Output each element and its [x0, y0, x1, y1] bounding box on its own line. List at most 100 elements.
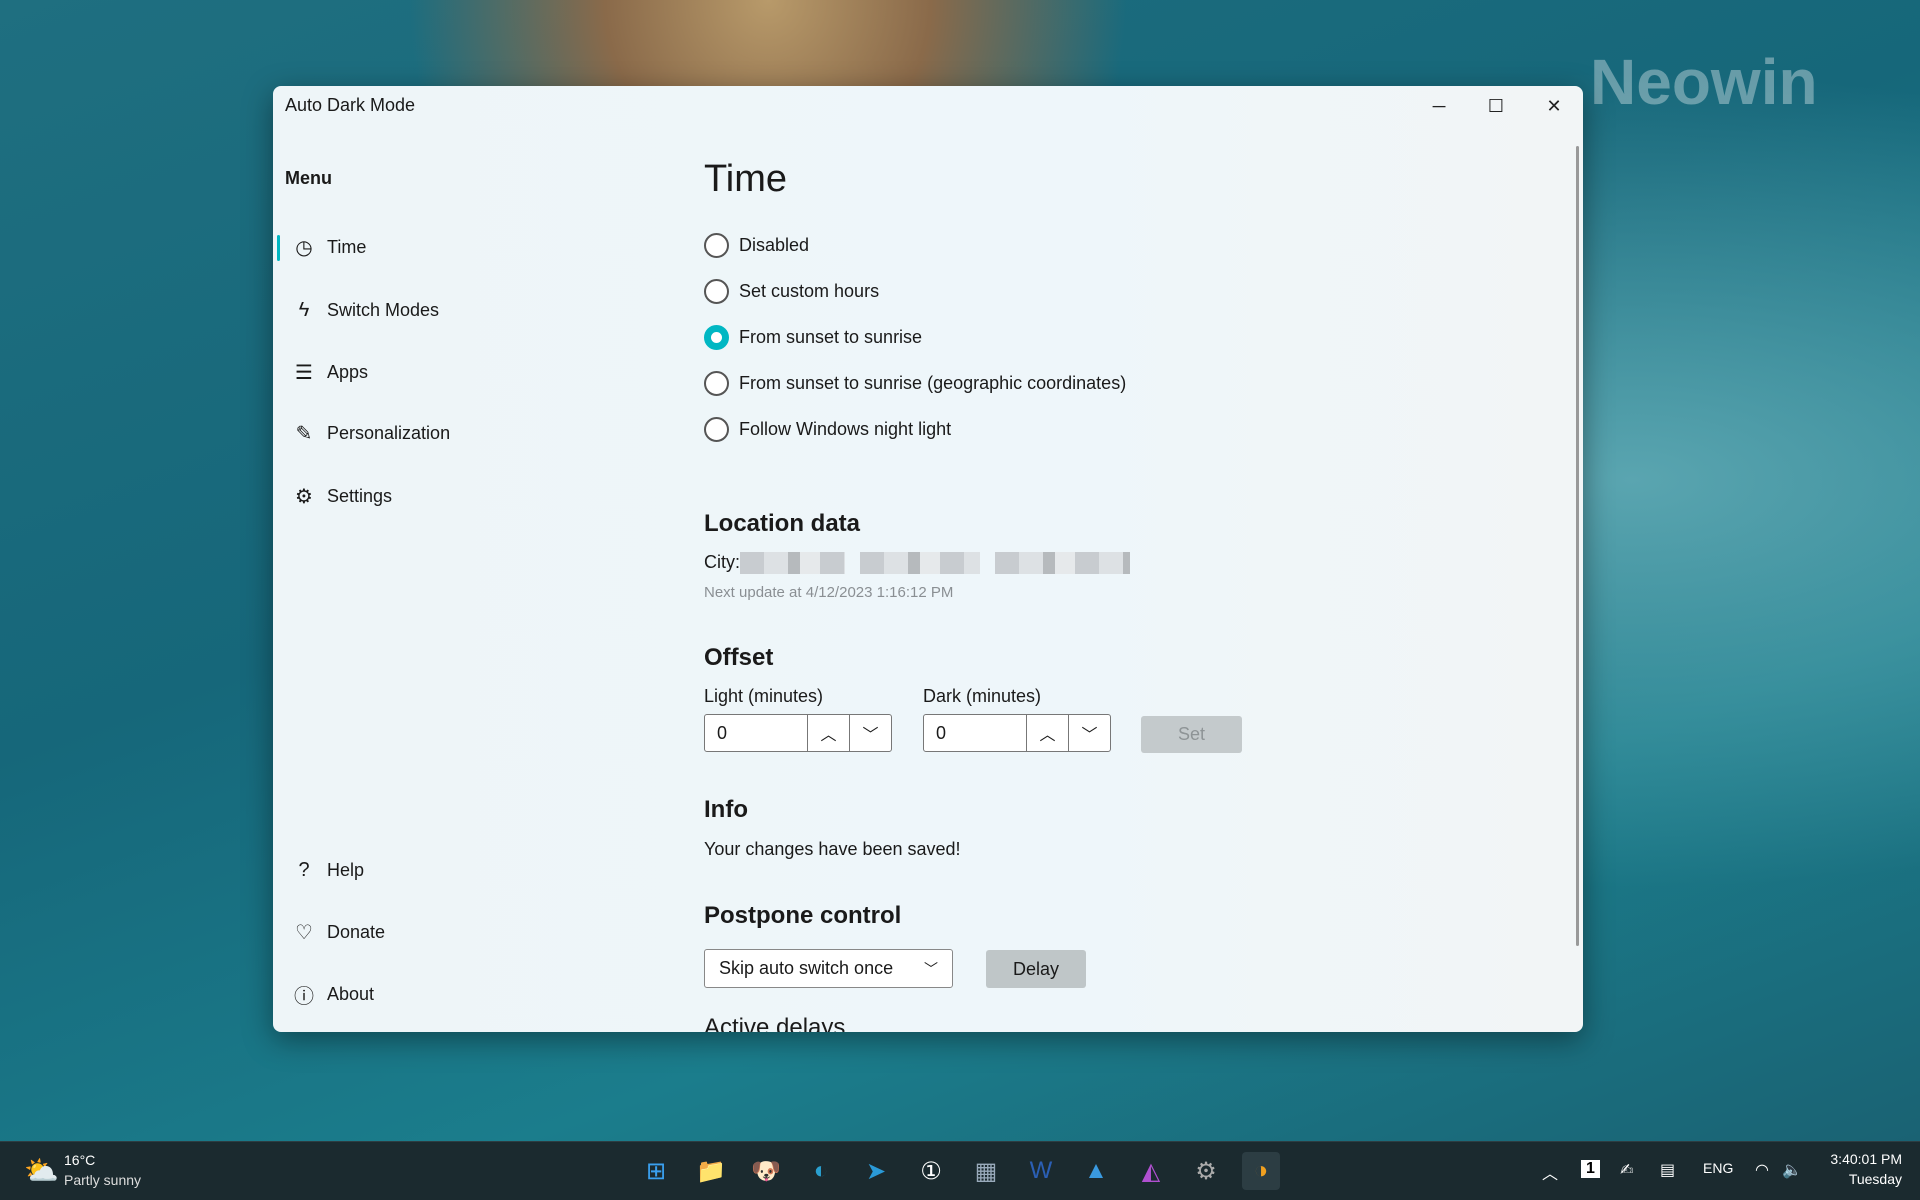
sidebar-item-about[interactable]: ⓘ About	[277, 972, 577, 1016]
radio-circle[interactable]	[704, 324, 729, 350]
light-label: Light (minutes)	[704, 686, 824, 706]
info-message: Your changes have been saved!	[704, 839, 961, 859]
location-heading: Location data	[704, 510, 861, 537]
light-offset-input[interactable]: 0	[705, 715, 807, 751]
radio-circle[interactable]	[704, 278, 729, 304]
gear-icon: ⚙	[295, 485, 313, 508]
clock[interactable]: 3:40:01 PM Tuesday	[1830, 1151, 1902, 1187]
sidebar-item-switch-modes[interactable]: ϟ Switch Modes	[277, 288, 577, 332]
sidebar-item-label: Apps	[327, 361, 369, 382]
radio-option[interactable]: From sunset to sunrise	[704, 322, 922, 352]
sidebar-item-label: About	[327, 983, 375, 1004]
redacted-city	[995, 552, 1130, 575]
weather-temp[interactable]: 16°C	[64, 1152, 95, 1168]
radio-label: From sunset to sunrise	[739, 326, 923, 347]
info-icon: ⓘ	[294, 985, 314, 1008]
settings-icon[interactable]: ⚙	[1187, 1152, 1225, 1190]
scrollbar[interactable]	[1576, 146, 1579, 946]
taskbar: ⛅ 16°C Partly sunny ⊞ 📁 🐶 ◐ ➤ ① ▦ W ▲ ◭ ⚙ ◑ ︿ 1 ✍ ▤…	[0, 1141, 1920, 1200]
postpone-selected: Skip auto switch once	[719, 958, 894, 978]
radio-option[interactable]: Set custom hours	[704, 276, 879, 306]
sidebar-item-label: Switch Modes	[327, 299, 440, 320]
list-icon: ☰	[295, 361, 313, 384]
city-row: City:	[704, 552, 1130, 575]
sidebar-item-time[interactable]: ◷ Time	[277, 225, 577, 269]
calendar-icon[interactable]: ▤	[1660, 1160, 1675, 1180]
city-label: City:	[704, 552, 740, 572]
active-delays-heading: Active delays	[704, 1014, 846, 1032]
radio-circle[interactable]	[704, 232, 729, 258]
dark-offset-stepper[interactable]: 0 ︿ ﹀	[923, 714, 1111, 752]
wifi-icon[interactable]: ◠	[1755, 1160, 1769, 1180]
weather-icon[interactable]: ⛅	[24, 1154, 59, 1187]
auto-dark-mode-icon[interactable]: ◑	[1242, 1152, 1280, 1190]
lightning-icon: ϟ	[298, 298, 310, 321]
chevron-up-icon[interactable]: ︿	[1542, 1160, 1558, 1184]
light-offset-stepper[interactable]: 0 ︿ ﹀	[704, 714, 892, 752]
info-heading: Info	[704, 796, 748, 823]
sidebar-item-apps[interactable]: ☰ Apps	[277, 350, 577, 394]
radio-circle[interactable]	[704, 416, 729, 442]
telegram-icon[interactable]: ➤	[857, 1152, 895, 1190]
menu-label: Menu	[285, 168, 332, 188]
chevron-up-icon[interactable]: ︿	[1026, 715, 1068, 751]
sidebar-item-label: Settings	[327, 485, 393, 506]
sidebar-item-help[interactable]: ? Help	[277, 848, 577, 892]
start-icon[interactable]: ⊞	[637, 1152, 675, 1190]
word-icon[interactable]: W	[1022, 1152, 1060, 1190]
radio-label: Set custom hours	[739, 280, 880, 301]
file-explorer-icon[interactable]: 📁	[692, 1152, 730, 1190]
language-indicator[interactable]: ENG	[1703, 1160, 1733, 1176]
sidebar-item-label: Help	[327, 859, 365, 880]
radio-label: From sunset to sunrise (geographic coord…	[739, 372, 1127, 393]
app-icon[interactable]: 🐶	[747, 1152, 785, 1190]
radio-circle[interactable]	[704, 370, 729, 396]
clock-day: Tuesday	[1848, 1171, 1902, 1187]
calculator-icon[interactable]: ▦	[967, 1152, 1005, 1190]
sidebar-item-label: Personalization	[327, 422, 451, 443]
sidebar-item-personalization[interactable]: ✎ Personalization	[277, 411, 577, 455]
sidebar-item-donate[interactable]: ♡ Donate	[277, 910, 577, 954]
delay-button[interactable]: Delay	[986, 950, 1086, 988]
offset-heading: Offset	[704, 644, 774, 671]
window-title: Auto Dark Mode	[285, 95, 416, 115]
app-window: Auto Dark Mode ─ ☐ ✕ Menu ◷ Time ϟ Switch M…	[273, 86, 1583, 1032]
page-title: Time	[704, 158, 788, 200]
neowin-watermark: Neowin	[1590, 46, 1818, 118]
clock-time: 3:40:01 PM	[1830, 1151, 1902, 1167]
personalization-icon: ✎	[295, 422, 313, 445]
clock-icon: ◷	[295, 236, 313, 259]
maximize-button[interactable]: ☐	[1468, 86, 1524, 126]
volume-icon[interactable]: 🔈	[1782, 1160, 1802, 1180]
notification-badge[interactable]: 1	[1581, 1160, 1600, 1178]
dark-label: Dark (minutes)	[923, 686, 1042, 706]
chevron-down-icon[interactable]: ﹀	[1068, 715, 1110, 751]
postpone-dropdown[interactable]: Skip auto switch once ﹀	[704, 949, 953, 988]
weather-desc[interactable]: Partly sunny	[64, 1172, 141, 1188]
sidebar-item-label: Donate	[327, 921, 386, 942]
radio-label: Follow Windows night light	[739, 418, 952, 439]
postpone-heading: Postpone control	[704, 902, 902, 929]
dark-offset-input[interactable]: 0	[924, 715, 1026, 751]
chevron-down-icon[interactable]: ﹀	[849, 715, 891, 751]
radio-option[interactable]: From sunset to sunrise (geographic coord…	[704, 368, 1126, 398]
heart-icon: ♡	[295, 921, 313, 944]
next-update: Next update at 4/12/2023 1:16:12 PM	[704, 584, 954, 601]
radio-label: Disabled	[739, 234, 810, 255]
close-button[interactable]: ✕	[1526, 86, 1582, 126]
redacted-city	[860, 552, 980, 575]
chevron-up-icon[interactable]: ︿	[807, 715, 849, 751]
pen-icon[interactable]: ✍	[1620, 1160, 1633, 1180]
redacted-city	[740, 552, 845, 575]
edge-icon[interactable]: ◐	[802, 1152, 840, 1190]
radio-option[interactable]: Disabled	[704, 230, 809, 260]
1password-icon[interactable]: ①	[912, 1152, 950, 1190]
sidebar-item-settings[interactable]: ⚙ Settings	[277, 474, 577, 518]
chevron-down-icon: ﹀	[924, 960, 938, 977]
minimize-button[interactable]: ─	[1411, 86, 1467, 126]
set-button[interactable]: Set	[1141, 716, 1242, 753]
affinity-designer-icon[interactable]: ▲	[1077, 1152, 1115, 1190]
radio-option[interactable]: Follow Windows night light	[704, 414, 951, 444]
help-icon: ?	[298, 858, 310, 881]
affinity-photo-icon[interactable]: ◭	[1132, 1152, 1170, 1190]
